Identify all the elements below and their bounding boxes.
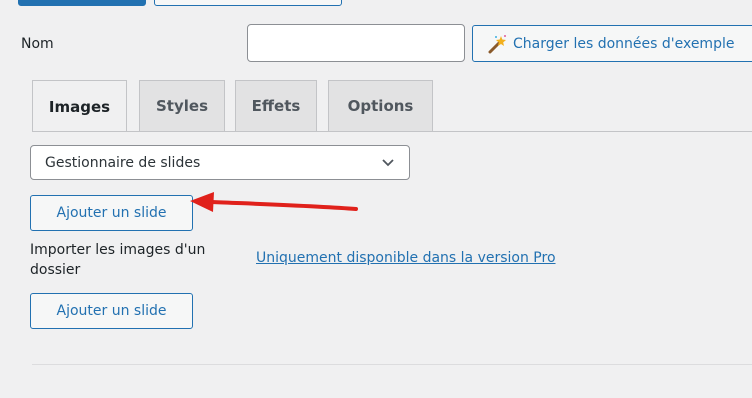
section-divider (32, 364, 752, 365)
annotation-arrow (190, 192, 358, 212)
